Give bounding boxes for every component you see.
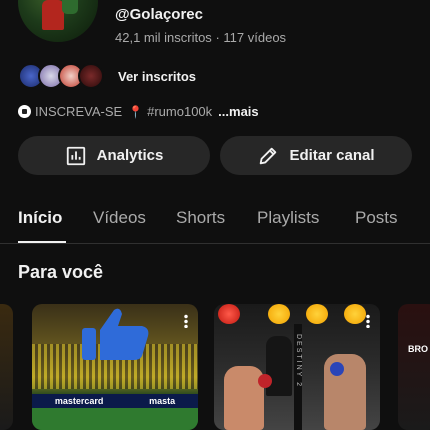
emoji-decoration bbox=[344, 304, 366, 324]
analytics-label: Analytics bbox=[96, 147, 164, 164]
peek-text: BRO bbox=[408, 344, 428, 354]
avatar-figure-2 bbox=[62, 0, 78, 14]
channel-meta: 42,1 mil inscritos · 117 vídeos bbox=[115, 30, 286, 45]
tab-shorts[interactable]: Shorts bbox=[176, 208, 257, 244]
referee-figure bbox=[266, 336, 292, 396]
channel-description[interactable]: INSCREVA-SE 📍 #rumo100k ...mais bbox=[18, 104, 259, 119]
pencil-icon bbox=[260, 147, 277, 164]
analytics-icon bbox=[66, 146, 85, 165]
edit-channel-label: Editar canal bbox=[289, 147, 375, 164]
soccer-ball-icon bbox=[18, 105, 31, 118]
ring-text: DESTINY 2 bbox=[295, 334, 302, 389]
meta-separator: · bbox=[215, 30, 220, 45]
description-text-b: #rumo100k bbox=[147, 104, 213, 119]
tab-videos[interactable]: Vídeos bbox=[93, 208, 176, 244]
ring-post: DESTINY 2 bbox=[294, 324, 302, 430]
emoji-decoration bbox=[306, 304, 328, 324]
view-subscribers-link[interactable]: Ver inscritos bbox=[118, 69, 196, 84]
pitch bbox=[32, 408, 198, 430]
channel-tabs: Início Vídeos Shorts Playlists Posts bbox=[18, 208, 410, 244]
subscriber-count: 42,1 mil inscritos bbox=[115, 30, 212, 45]
avatar-figure bbox=[42, 0, 64, 30]
edit-channel-button[interactable]: Editar canal bbox=[220, 136, 412, 175]
tab-playlists[interactable]: Playlists bbox=[257, 208, 355, 244]
blue-glove bbox=[330, 362, 344, 376]
video-thumbnail[interactable]: DESTINY 2 bbox=[214, 304, 380, 430]
emoji-decoration bbox=[268, 304, 290, 324]
channel-handle: @Golaçorec bbox=[115, 6, 203, 23]
video-thumbnail-peek-left[interactable] bbox=[0, 304, 13, 430]
advertising-banner: mastercard masta bbox=[32, 394, 198, 408]
description-more[interactable]: ...mais bbox=[218, 104, 258, 119]
tab-posts[interactable]: Posts bbox=[355, 208, 410, 244]
subscribers-row[interactable]: Ver inscritos bbox=[18, 62, 196, 90]
fighter-figure bbox=[224, 366, 264, 430]
more-vertical-icon[interactable] bbox=[366, 314, 370, 328]
video-count: 117 vídeos bbox=[223, 30, 287, 45]
analytics-button[interactable]: Analytics bbox=[18, 136, 210, 175]
more-vertical-icon[interactable] bbox=[184, 314, 188, 328]
red-glove bbox=[258, 374, 272, 388]
video-thumbnail[interactable]: mastercard masta bbox=[32, 304, 198, 430]
banner-text-right: masta bbox=[149, 396, 176, 406]
description-text-a: INSCREVA-SE bbox=[35, 104, 123, 119]
banner-text-left: mastercard bbox=[54, 396, 104, 406]
thumbs-up-icon bbox=[82, 308, 149, 360]
section-title: Para você bbox=[18, 262, 104, 282]
subscriber-avatar bbox=[78, 63, 104, 89]
channel-avatar[interactable] bbox=[18, 0, 98, 42]
pin-icon: 📍 bbox=[128, 104, 144, 119]
tabs-divider bbox=[0, 243, 430, 244]
tab-inicio[interactable]: Início bbox=[18, 208, 93, 244]
emoji-decoration bbox=[218, 304, 240, 324]
video-thumbnail-peek-right[interactable]: BRO bbox=[398, 304, 430, 430]
fight-scene: DESTINY 2 bbox=[214, 304, 380, 430]
